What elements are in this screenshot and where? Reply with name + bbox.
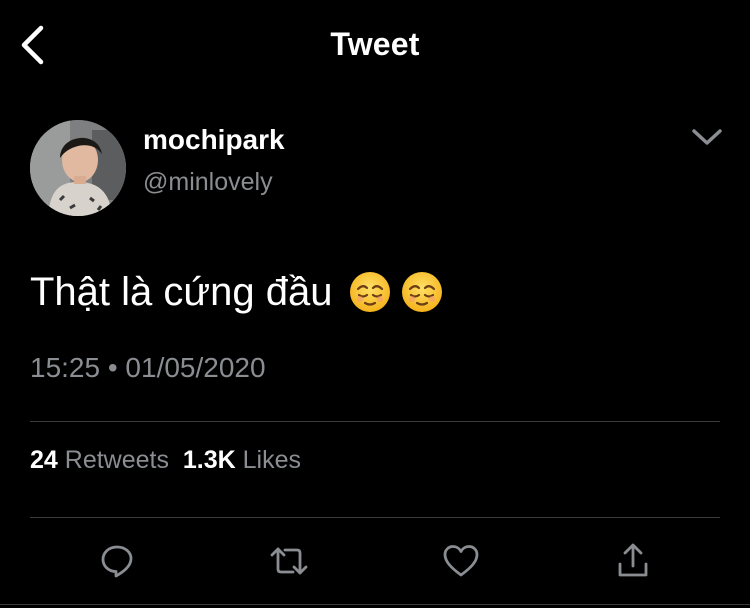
- retweet-button[interactable]: [266, 538, 312, 584]
- retweets-label: Retweets: [64, 446, 169, 474]
- tweet-stats: 24 Retweets 1.3K Likes: [30, 446, 301, 475]
- bottom-divider: [0, 604, 750, 605]
- more-options-button[interactable]: [690, 122, 724, 152]
- reply-icon: [101, 545, 133, 578]
- relieved-face-emoji: [349, 271, 391, 313]
- tweet-author: mochipark @minlovely: [30, 120, 730, 220]
- tweet-body: Thật là cứng đầu: [30, 266, 443, 318]
- avatar-photo: [30, 120, 126, 216]
- divider: [30, 421, 720, 422]
- tweet-text: Thật là cứng đầu: [30, 270, 333, 314]
- relieved-face-emoji: [401, 271, 443, 313]
- tweet-timestamp: 15:25 • 01/05/2020: [30, 352, 266, 383]
- avatar[interactable]: [30, 120, 126, 216]
- share-icon: [618, 543, 648, 577]
- likes-count: 1.3K: [182, 446, 236, 474]
- chevron-down-icon: [692, 129, 722, 145]
- retweet-icon: [270, 547, 308, 575]
- heart-icon: [443, 545, 479, 577]
- user-handle[interactable]: @minlovely: [143, 168, 273, 197]
- share-button[interactable]: [610, 538, 656, 584]
- like-button[interactable]: [438, 538, 484, 584]
- retweets-stat[interactable]: 24 Retweets: [30, 446, 169, 474]
- likes-stat[interactable]: 1.3K Likes: [183, 446, 301, 474]
- display-name[interactable]: mochipark: [143, 124, 285, 156]
- reply-button[interactable]: [94, 538, 140, 584]
- retweets-count: 24: [30, 446, 58, 474]
- likes-label: Likes: [242, 446, 302, 474]
- page-title: Tweet: [330, 26, 420, 62]
- tweet-actions: [30, 538, 720, 584]
- divider: [30, 517, 720, 518]
- app-header: Tweet: [0, 0, 750, 90]
